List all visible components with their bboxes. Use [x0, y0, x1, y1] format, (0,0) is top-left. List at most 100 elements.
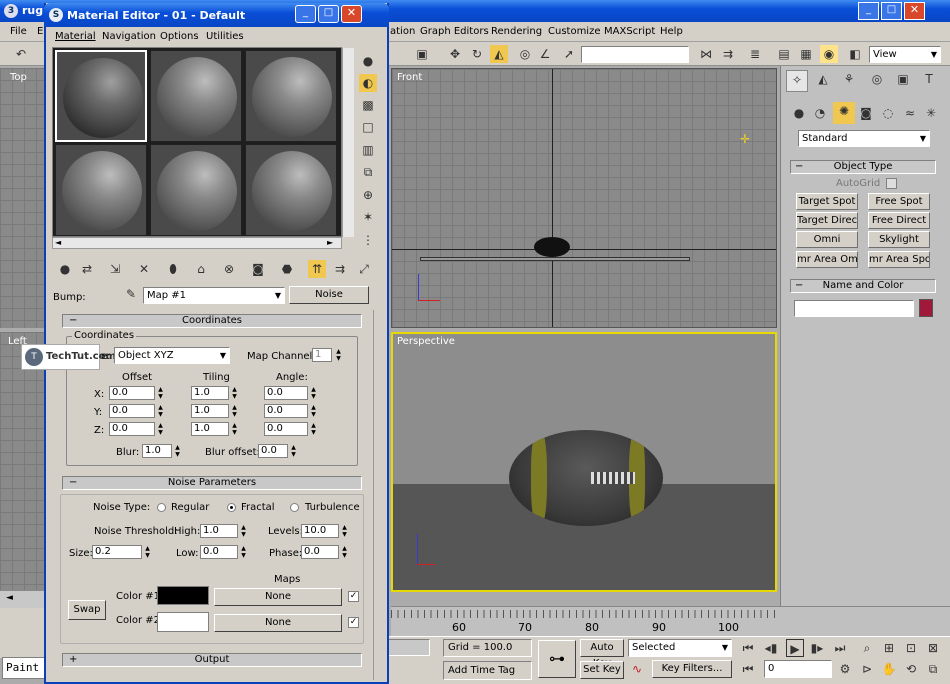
spinner-arrows-icon[interactable]: ▲ ▼ — [157, 404, 164, 418]
tiling-x-field[interactable]: 1.0 — [191, 386, 229, 400]
lights-icon[interactable]: ✺ — [833, 102, 855, 124]
sample-slot-5[interactable] — [150, 144, 242, 236]
spinner-arrows-icon[interactable]: ▲ ▼ — [240, 524, 247, 538]
reset-map-icon[interactable]: ✕ — [135, 260, 153, 278]
go-to-start-icon[interactable]: ⏮ — [739, 639, 757, 657]
me-maximize-button[interactable]: □ — [318, 5, 339, 23]
noise-type-regular-label[interactable]: Regular — [171, 502, 209, 513]
backlight-icon[interactable]: ◐ — [359, 74, 377, 92]
curve-editor-icon[interactable]: ▤ — [775, 45, 793, 63]
render-setup-icon[interactable]: ◧ — [846, 45, 864, 63]
spinner-arrows-icon[interactable]: ▲ ▼ — [341, 545, 348, 559]
material-navigator-icon[interactable]: ⋮ — [359, 231, 377, 249]
select-by-name-icon[interactable]: ➚ — [560, 45, 578, 63]
systems-icon[interactable]: ✳ — [922, 104, 940, 122]
high-field[interactable]: 1.0 — [200, 524, 238, 538]
object-color-swatch[interactable] — [919, 299, 933, 317]
name-color-rollout[interactable]: − Name and Color — [790, 279, 936, 293]
close-button[interactable]: ✕ — [904, 2, 925, 20]
set-key-button[interactable]: Set Key — [580, 661, 624, 679]
angle-y-field[interactable]: 0.0 — [264, 404, 308, 418]
put-to-scene-icon[interactable]: ⇄ — [78, 260, 96, 278]
uv-tiling-icon[interactable]: □ — [359, 118, 377, 136]
maxscript-listener[interactable]: Paint — [2, 657, 46, 679]
pick-material-icon[interactable]: ⤢ — [355, 260, 373, 278]
color2-map-checkbox[interactable]: ✓ — [348, 617, 359, 628]
put-to-library-icon[interactable]: ⌂ — [192, 260, 210, 278]
noise-type-turbulence-label[interactable]: Turbulence — [305, 502, 360, 513]
fov-icon[interactable]: ⊳ — [858, 660, 876, 678]
coordinates-rollout-header[interactable]: − Coordinates — [62, 314, 362, 328]
zoom-extents-icon[interactable]: ⊡ — [902, 639, 920, 657]
spinner-arrows-icon[interactable]: ▲ ▼ — [231, 404, 238, 418]
offset-x-field[interactable]: 0.0 — [109, 386, 155, 400]
spinner-arrows-icon[interactable]: ▲ ▼ — [341, 524, 348, 538]
auto-key-button[interactable]: Auto Key — [580, 639, 624, 669]
me-close-button[interactable]: ✕ — [341, 5, 362, 23]
sample-slot-6[interactable] — [245, 144, 337, 236]
hscroll-left-icon[interactable]: ◄ — [55, 238, 61, 247]
levels-field[interactable]: 10.0 — [301, 524, 339, 538]
me-menu-options[interactable]: Options — [160, 31, 199, 42]
map-channel-field[interactable]: 1 — [312, 348, 332, 362]
target-direct-button[interactable]: Target Direct — [796, 212, 858, 229]
sample-slot-3[interactable] — [245, 50, 337, 142]
viewport-perspective[interactable] — [391, 332, 777, 592]
free-spot-button[interactable]: Free Spot — [868, 193, 930, 210]
menu-rendering[interactable]: Rendering — [491, 26, 542, 37]
me-menu-navigation[interactable]: Navigation — [102, 31, 156, 42]
get-material-icon[interactable]: ● — [56, 260, 74, 278]
spinner-arrows-icon[interactable]: ▲ ▼ — [231, 386, 238, 400]
sample-slot-4[interactable] — [55, 144, 147, 236]
key-filters-button[interactable]: Key Filters... — [652, 660, 732, 678]
map-type-button[interactable]: Noise — [289, 286, 369, 304]
target-spot-button[interactable]: Target Spot — [796, 193, 858, 210]
map-name-dropdown[interactable]: Map #1 ▼ — [143, 287, 285, 304]
menu-customize[interactable]: Customize — [548, 26, 601, 37]
noise-type-fractal-label[interactable]: Fractal — [241, 502, 275, 513]
menu-maxscript[interactable]: MAXScript — [604, 26, 655, 37]
menu-file[interactable]: File — [10, 26, 27, 37]
low-field[interactable]: 0.0 — [200, 545, 238, 559]
select-rotate-icon[interactable]: ↻ — [468, 45, 486, 63]
material-editor-icon[interactable]: ◉ — [820, 45, 838, 63]
select-move-icon[interactable]: ✥ — [446, 45, 464, 63]
object-type-rollout[interactable]: − Object Type — [790, 160, 936, 174]
viewport-top-label[interactable]: Top — [10, 72, 27, 83]
make-unique-icon[interactable]: ⬮ — [164, 260, 182, 278]
me-menu-material[interactable]: Material — [55, 31, 96, 42]
show-map-icon[interactable]: ◙ — [249, 260, 267, 278]
time-config-icon[interactable]: ⚙ — [836, 660, 854, 678]
color2-swatch[interactable] — [157, 612, 209, 632]
select-scale-icon[interactable]: ◭ — [490, 45, 508, 63]
menu-edit[interactable]: E — [37, 26, 43, 37]
align-icon[interactable]: ⇉ — [719, 45, 737, 63]
sample-type-icon[interactable]: ● — [359, 52, 377, 70]
free-direct-button[interactable]: Free Direct — [868, 212, 930, 229]
current-frame-field[interactable]: 0 — [764, 660, 832, 678]
me-minimize-button[interactable]: _ — [295, 5, 316, 23]
zoom-icon[interactable]: ⌕ — [858, 639, 876, 657]
key-tangent-icon[interactable]: ∿ — [628, 660, 646, 678]
color2-map-button[interactable]: None — [214, 614, 342, 632]
viewport-top[interactable] — [0, 68, 46, 328]
set-key-mode-button[interactable]: ⊶ — [538, 640, 576, 678]
mr-area-spot-button[interactable]: mr Area Spot — [868, 251, 930, 268]
angle-z-field[interactable]: 0.0 — [264, 422, 308, 436]
offset-z-field[interactable]: 0.0 — [109, 422, 155, 436]
background-icon[interactable]: ▩ — [359, 96, 377, 114]
spinner-arrows-icon[interactable]: ▲ ▼ — [240, 545, 247, 559]
layer-manager-icon[interactable]: ≣ — [746, 45, 764, 63]
viewport-left[interactable] — [0, 332, 46, 590]
menu-graph-editors[interactable]: Graph Editors — [420, 26, 489, 37]
spinner-arrows-icon[interactable]: ▲ ▼ — [231, 422, 238, 436]
go-to-parent-icon[interactable]: ⇈ — [308, 260, 326, 278]
go-forward-sibling-icon[interactable]: ⇉ — [331, 260, 349, 278]
motion-tab-icon[interactable]: ◎ — [866, 70, 888, 92]
spinner-arrows-icon[interactable]: ▲ ▼ — [335, 348, 342, 362]
viewport-perspective-label[interactable]: Perspective — [397, 336, 455, 347]
menu-animation[interactable]: ation — [390, 26, 415, 37]
play-icon[interactable]: ▶ — [786, 639, 804, 657]
pan-icon[interactable]: ✋ — [880, 660, 898, 678]
options-icon[interactable]: ⊕ — [359, 186, 377, 204]
